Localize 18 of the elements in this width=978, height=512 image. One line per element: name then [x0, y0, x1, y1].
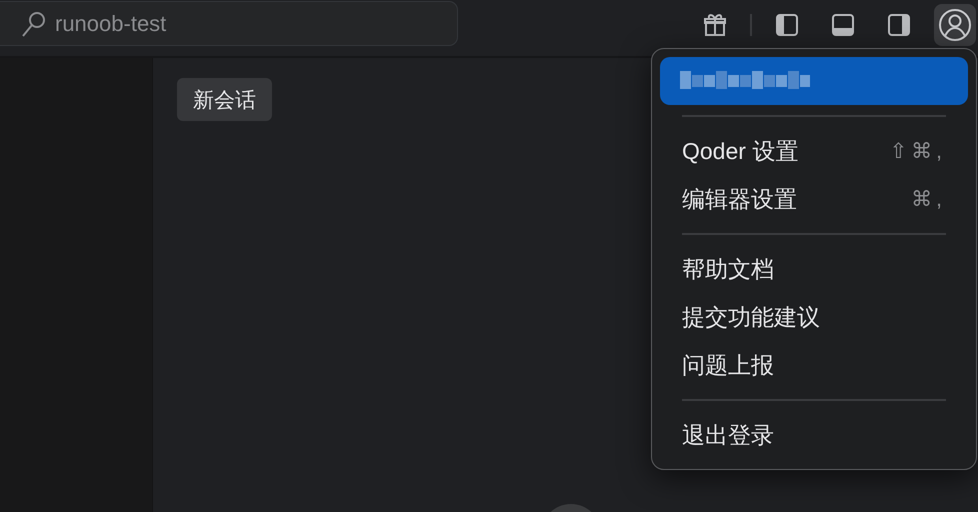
- right-panel-icon: [885, 11, 913, 39]
- chat-tab[interactable]: 新会话: [177, 78, 272, 121]
- menu-item[interactable]: Qoder 设置 ⇧⌘,: [660, 127, 968, 175]
- left-panel-icon: [773, 11, 801, 39]
- menu-item[interactable]: 问题上报: [660, 341, 968, 389]
- bottom-panel-icon: [829, 11, 857, 39]
- menu-item[interactable]: 编辑器设置 ⌘,: [660, 175, 968, 223]
- menu-item[interactable]: 帮助文档: [660, 245, 968, 293]
- shortcut-text: ⌘,: [911, 186, 946, 212]
- gift-icon: [701, 11, 729, 39]
- menu-item[interactable]: 退出登录: [660, 411, 968, 459]
- account-icon: [938, 8, 972, 42]
- search-field[interactable]: runoob-test: [0, 1, 458, 46]
- account-button[interactable]: [934, 4, 976, 46]
- search-text: runoob-test: [55, 10, 166, 36]
- search-icon: [21, 10, 47, 38]
- menu-item[interactable]: 提交功能建议: [660, 293, 968, 341]
- shortcut-text: ⇧⌘,: [890, 138, 946, 164]
